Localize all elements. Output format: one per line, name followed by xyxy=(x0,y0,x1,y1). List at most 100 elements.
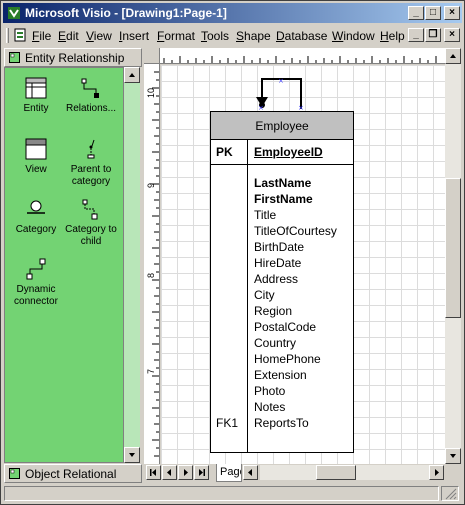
ruler-corner[interactable] xyxy=(144,48,160,64)
vertical-ruler-ticks xyxy=(152,71,159,457)
doc-minimize-button[interactable]: _ xyxy=(408,28,424,42)
window-title: Microsoft Visio - [Drawing1:Page-1] xyxy=(25,6,227,20)
vruler-label-8: 8 xyxy=(146,272,156,278)
arrow-down-icon xyxy=(129,453,135,457)
vertical-ruler[interactable]: 10 9 8 7 xyxy=(144,64,160,464)
attribute-title: Title xyxy=(254,208,277,222)
previous-page-button[interactable] xyxy=(162,465,177,480)
menu-database[interactable]: Database xyxy=(276,29,327,43)
page-navigation-bar: Page-1 xyxy=(144,464,461,482)
shape-view[interactable]: View xyxy=(7,138,65,176)
menu-grip[interactable] xyxy=(6,28,9,43)
size-grip[interactable] xyxy=(441,486,459,501)
stencil-scroll-down-button[interactable] xyxy=(124,447,140,463)
category-to-child-icon xyxy=(82,199,98,220)
horizontal-ruler-ticks xyxy=(163,56,437,63)
scroll-right-button[interactable] xyxy=(429,465,444,480)
canvas-scroll-down-button[interactable] xyxy=(445,448,461,464)
arrow-right-icon xyxy=(435,469,439,476)
attribute-extension: Extension xyxy=(254,368,307,382)
maximize-button[interactable]: □ xyxy=(425,6,441,20)
shape-category[interactable]: Category xyxy=(7,198,65,236)
stencil-footer-object-relational[interactable]: Object Relational xyxy=(4,464,142,483)
visio-window: Microsoft Visio - [Drawing1:Page-1] _ □ … xyxy=(0,0,465,505)
attribute-birthdate: BirthDate xyxy=(254,240,305,254)
menu-edit[interactable]: Edit xyxy=(58,29,79,43)
arrow-up-icon xyxy=(450,54,456,58)
attribute-region: Region xyxy=(254,304,293,318)
category-icon xyxy=(27,200,45,214)
menu-format[interactable]: Format xyxy=(157,29,195,43)
attribute-notes: Notes xyxy=(254,400,286,414)
shape-entity-label: Entity xyxy=(23,103,49,114)
shape-dynamic-connector[interactable]: Dynamic connector xyxy=(7,258,65,308)
dynamic-connector-icon xyxy=(26,258,46,280)
stencil-icon xyxy=(9,468,20,479)
stencil-panel: Entity Relationship Entity Relations... … xyxy=(4,48,142,486)
first-page-icon xyxy=(150,469,156,476)
parent-to-category-icon xyxy=(87,139,95,159)
shape-relationship[interactable]: Relations... xyxy=(62,77,120,115)
attribute-lastname: LastName xyxy=(254,176,312,190)
size-grip-icon xyxy=(445,488,457,500)
shape-entity[interactable]: Entity xyxy=(7,77,65,115)
last-page-icon xyxy=(199,469,205,476)
stencil-title: Entity Relationship xyxy=(25,51,125,65)
canvas-vertical-scrollbar[interactable] xyxy=(445,48,461,464)
shape-view-label: View xyxy=(25,164,47,175)
arrow-down-icon xyxy=(450,454,456,458)
attribute-country: Country xyxy=(254,336,297,350)
title-bar[interactable]: Microsoft Visio - [Drawing1:Page-1] _ □ … xyxy=(3,3,462,23)
shape-parent-to-category[interactable]: Parent to category xyxy=(62,138,120,188)
canvas-vertical-scroll-thumb[interactable] xyxy=(445,178,461,318)
shape-dynamic-connector-label: Dynamic connector xyxy=(14,284,58,307)
attribute-address: Address xyxy=(254,272,299,286)
menu-tools[interactable]: Tools xyxy=(201,29,229,43)
vruler-label-10: 10 xyxy=(146,87,156,98)
canvas-horizontal-scrollbar[interactable] xyxy=(260,465,444,480)
last-page-button[interactable] xyxy=(194,465,209,480)
menu-shape[interactable]: Shape xyxy=(236,29,271,43)
stencil-scroll-up-button[interactable] xyxy=(124,67,140,83)
doc-restore-button[interactable]: ❐ xyxy=(425,28,441,42)
menu-help[interactable]: Help xyxy=(380,29,405,43)
menu-insert[interactable]: Insert xyxy=(119,29,149,43)
arrow-left-icon xyxy=(248,469,252,476)
menu-bar: File Edit View Insert Format Tools Shape… xyxy=(3,25,462,45)
stencil-footer-title: Object Relational xyxy=(25,467,117,481)
stencil-header[interactable]: Entity Relationship xyxy=(4,48,142,67)
relationship-icon xyxy=(81,78,99,98)
entity-header: Employee xyxy=(211,112,353,140)
tab-scroll-left-button[interactable] xyxy=(243,465,258,480)
next-page-button[interactable] xyxy=(178,465,193,480)
shape-category-to-child[interactable]: Category to child xyxy=(62,198,120,248)
page-tab[interactable]: Page-1 xyxy=(216,464,242,482)
pk-field: EmployeeID xyxy=(254,145,323,159)
pk-label: PK xyxy=(216,145,233,159)
menu-file[interactable]: File xyxy=(32,29,51,43)
drawing-canvas[interactable]: × × × Employee PK EmployeeID LastName Fi… xyxy=(161,65,445,464)
first-page-button[interactable] xyxy=(146,465,161,480)
menu-window[interactable]: Window xyxy=(332,29,375,43)
minimize-button[interactable]: _ xyxy=(408,6,424,20)
shape-category-label: Category xyxy=(15,224,57,235)
attribute-titleofcourtesy: TitleOfCourtesy xyxy=(254,224,337,238)
doc-close-button[interactable]: × xyxy=(444,28,460,42)
shape-category-to-child-label: Category to child xyxy=(65,224,117,247)
entity-employee[interactable]: Employee PK EmployeeID LastName FirstNam… xyxy=(210,111,354,453)
canvas-horizontal-scroll-thumb[interactable] xyxy=(316,465,356,480)
entity-pk-row: PK EmployeeID xyxy=(211,140,353,165)
attribute-city: City xyxy=(254,288,275,302)
attribute-hiredate: HireDate xyxy=(254,256,302,270)
visio-app-icon xyxy=(8,7,20,19)
document-icon[interactable] xyxy=(13,28,27,42)
close-button[interactable]: × xyxy=(444,6,460,20)
arrow-up-icon xyxy=(129,73,135,77)
horizontal-ruler[interactable] xyxy=(160,48,445,64)
canvas-scroll-up-button[interactable] xyxy=(445,48,461,64)
svg-text:×: × xyxy=(278,77,284,85)
menu-view[interactable]: View xyxy=(86,29,112,43)
shape-parent-to-category-label: Parent to category xyxy=(70,164,112,187)
previous-page-icon xyxy=(167,469,171,476)
stencil-scrollbar[interactable] xyxy=(124,67,140,463)
